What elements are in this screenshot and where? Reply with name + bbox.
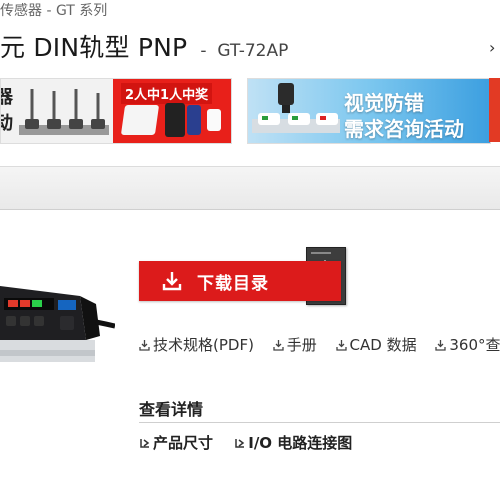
promo-banner-campaign[interactable]: 器 动 2人中1人中奖 bbox=[0, 78, 232, 144]
view-360-label: 360°查 bbox=[449, 336, 500, 354]
banner-red-panel: 2人中1人中奖 bbox=[113, 79, 231, 143]
cad-data-label: CAD 数据 bbox=[349, 336, 417, 354]
section-nav-bar bbox=[0, 166, 500, 210]
arrow-link-icon bbox=[235, 438, 245, 448]
prize-device-blue bbox=[187, 105, 201, 135]
io-circuit-label: I/O 电路连接图 bbox=[248, 434, 353, 452]
promo-banner-partial[interactable] bbox=[489, 78, 500, 142]
download-icon bbox=[335, 339, 347, 351]
manual-label: 手册 bbox=[286, 336, 317, 354]
vision-system-illustration bbox=[252, 83, 340, 133]
cad-data-link[interactable]: CAD 数据 bbox=[335, 334, 417, 355]
view-360-link[interactable]: 360°查 bbox=[435, 334, 500, 355]
promo-banner-vision[interactable]: 视觉防错 需求咨询活动 bbox=[247, 78, 491, 144]
page-title: 元 DIN轨型 PNP bbox=[0, 33, 188, 62]
dimensions-link[interactable]: 产品尺寸 bbox=[139, 432, 213, 453]
breadcrumb[interactable]: 传感器 - GT 系列 bbox=[0, 0, 107, 22]
spec-pdf-link[interactable]: 技术规格(PDF) bbox=[139, 334, 254, 355]
download-icon bbox=[435, 339, 447, 351]
banner-vision-title: 视觉防错 bbox=[344, 91, 424, 115]
prize-device-dark bbox=[165, 103, 185, 137]
download-icon bbox=[139, 339, 150, 351]
download-catalog-button[interactable]: 下载目录 bbox=[139, 261, 341, 301]
page-title-row: 元 DIN轨型 PNP - GT-72AP bbox=[0, 28, 288, 64]
prize-device-stick bbox=[207, 109, 221, 131]
download-links: 技术规格(PDF) 手册 CAD 数据 360°查 bbox=[139, 334, 500, 356]
download-icon bbox=[162, 272, 182, 291]
detail-links: 产品尺寸 I/O 电路连接图 bbox=[139, 432, 368, 453]
manual-link[interactable]: 手册 bbox=[273, 334, 317, 355]
spec-pdf-label: 技术规格(PDF) bbox=[153, 336, 254, 354]
banner-left-text: 器 动 bbox=[1, 85, 13, 137]
arrow-link-icon bbox=[140, 438, 150, 448]
model-code: GT-72AP bbox=[217, 41, 289, 61]
banner-left-text-line2: 动 bbox=[1, 111, 13, 137]
download-catalog-label: 下载目录 bbox=[197, 273, 269, 294]
details-divider bbox=[139, 422, 500, 423]
chevron-right-icon[interactable]: › bbox=[489, 38, 495, 57]
banner-left-text-line1: 器 bbox=[1, 85, 13, 111]
title-dash: - bbox=[200, 41, 207, 61]
banner-campaign-tag: 2人中1人中奖 bbox=[121, 83, 213, 104]
banner-vision-subtitle: 需求咨询活动 bbox=[344, 117, 464, 141]
sensor-devices-illustration bbox=[19, 89, 109, 135]
io-circuit-link[interactable]: I/O 电路连接图 bbox=[234, 432, 352, 453]
dimensions-label: 产品尺寸 bbox=[153, 434, 214, 452]
product-image bbox=[0, 286, 115, 362]
model-number: - GT-72AP bbox=[200, 41, 288, 61]
prize-device-white bbox=[120, 105, 160, 135]
details-heading: 查看详情 bbox=[139, 400, 204, 419]
download-icon bbox=[273, 339, 284, 351]
